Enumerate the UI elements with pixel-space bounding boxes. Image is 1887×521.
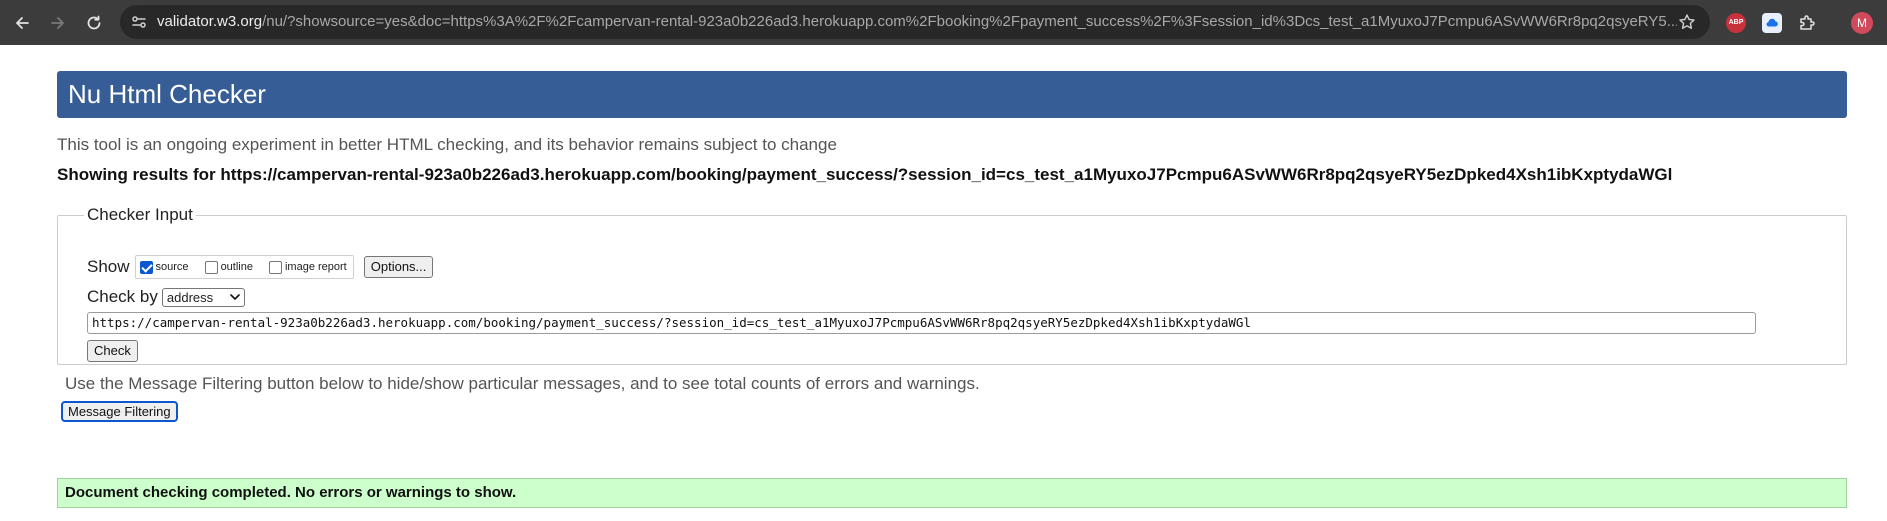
outline-checkbox-label: outline xyxy=(220,261,253,273)
browser-toolbar: validator.w3.org/nu/?showsource=yes&doc=… xyxy=(0,0,1887,45)
options-button[interactable]: Options... xyxy=(363,256,434,278)
show-options-row: Show source outline image report Options… xyxy=(87,255,434,279)
check-by-selected-value: address xyxy=(166,289,214,305)
source-checkbox-label: source xyxy=(155,261,189,273)
option-source[interactable]: source xyxy=(139,260,189,274)
message-filtering-button[interactable]: Message Filtering xyxy=(61,401,178,422)
tagline: This tool is an ongoing experiment in be… xyxy=(57,135,837,154)
check-button[interactable]: Check xyxy=(87,340,138,362)
option-outline[interactable]: outline xyxy=(204,260,253,274)
option-image-report[interactable]: image report xyxy=(268,260,347,274)
url-host: validator.w3.org xyxy=(157,13,263,30)
page-title: Nu Html Checker xyxy=(57,71,1847,118)
cloud-extension-icon[interactable] xyxy=(1762,13,1782,33)
show-checkbox-group: source outline image report xyxy=(134,255,354,279)
source-checkbox[interactable] xyxy=(139,260,153,274)
message-filtering-note: Use the Message Filtering button below t… xyxy=(65,374,980,393)
address-bar[interactable]: validator.w3.org/nu/?showsource=yes&doc=… xyxy=(120,5,1710,39)
arrow-left-icon xyxy=(16,17,29,29)
checker-input-legend: Checker Input xyxy=(87,205,193,224)
check-by-label: Check by xyxy=(87,287,158,306)
forward-button[interactable] xyxy=(43,8,73,38)
arrow-right-icon xyxy=(51,17,64,29)
show-label: Show xyxy=(87,257,130,276)
adblock-extension-icon[interactable]: ABP xyxy=(1726,13,1746,33)
document-url-input[interactable]: https://campervan-rental-923a0b226ad3.he… xyxy=(87,312,1756,334)
reload-icon xyxy=(87,15,101,30)
validator-page: Nu Html Checker This tool is an ongoing … xyxy=(57,71,1847,508)
checker-input-fieldset: Checker Input Show source outline image … xyxy=(57,205,1847,365)
address-bar-url: validator.w3.org/nu/?showsource=yes&doc=… xyxy=(157,5,1677,39)
check-by-row: Check by address xyxy=(87,287,245,307)
check-by-select[interactable]: address xyxy=(161,287,245,307)
reload-button[interactable] xyxy=(79,8,109,38)
image-report-checkbox-label: image report xyxy=(284,261,347,273)
bookmark-star-icon[interactable] xyxy=(1678,13,1696,31)
success-message: Document checking completed. No errors o… xyxy=(57,478,1847,508)
showing-results-heading: Showing results for https://campervan-re… xyxy=(57,165,1673,184)
image-report-checkbox[interactable] xyxy=(268,260,282,274)
back-button[interactable] xyxy=(7,8,37,38)
url-path: /nu/?showsource=yes&doc=https%3A%2F%2Fca… xyxy=(262,13,1677,30)
outline-checkbox[interactable] xyxy=(204,260,218,274)
profile-avatar[interactable]: M xyxy=(1851,12,1873,34)
cloud-icon xyxy=(1766,18,1778,27)
extensions-puzzle-icon[interactable] xyxy=(1797,13,1817,33)
site-settings-icon[interactable] xyxy=(130,13,148,31)
chevron-down-icon xyxy=(230,293,240,300)
